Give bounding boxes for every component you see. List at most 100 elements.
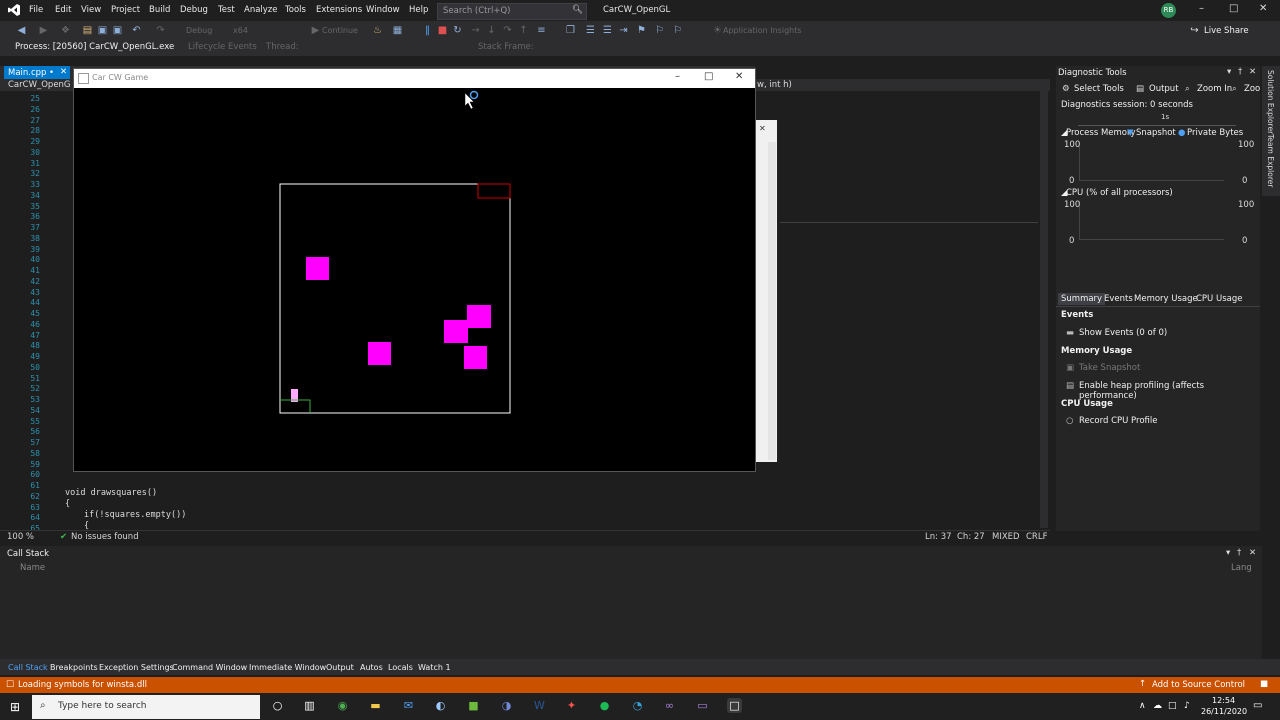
terminal-icon[interactable]: ▭ bbox=[695, 698, 710, 713]
bookmark-next-icon[interactable]: ⚐ bbox=[672, 25, 683, 36]
menu-help[interactable]: Help bbox=[409, 5, 428, 15]
chrome-icon[interactable]: ◉ bbox=[335, 698, 350, 713]
tray-chevron-icon[interactable]: ∧ bbox=[1139, 701, 1146, 711]
network-icon[interactable]: □ bbox=[1168, 701, 1177, 711]
zoom-in-button[interactable]: Zoom In bbox=[1197, 84, 1232, 94]
clock-time[interactable]: 12:54 bbox=[1212, 696, 1235, 705]
taskbar-search[interactable]: ⌕ Type here to search bbox=[32, 695, 260, 719]
clock-date[interactable]: 26/11/2020 bbox=[1201, 707, 1247, 716]
tab-breakpoints[interactable]: Breakpoints bbox=[50, 663, 98, 672]
game-minimize-icon[interactable]: – bbox=[675, 71, 680, 82]
continue-icon[interactable]: ▶ bbox=[310, 25, 321, 36]
panel-close-icon[interactable]: ✕ bbox=[1249, 67, 1256, 77]
platform-dropdown[interactable]: x64 bbox=[233, 26, 248, 35]
action-center-icon[interactable]: ▭ bbox=[1253, 700, 1262, 711]
tab-memory-usage[interactable]: Memory Usage bbox=[1134, 294, 1198, 304]
project-dropdown[interactable]: CarCW_OpenG bbox=[8, 80, 71, 90]
tab-main-cpp[interactable]: Main.cpp • ✕ bbox=[4, 66, 70, 79]
visual-studio-icon[interactable]: ∞ bbox=[662, 698, 677, 713]
game-canvas[interactable] bbox=[74, 88, 755, 471]
menu-view[interactable]: View bbox=[81, 5, 101, 15]
select-tools-button[interactable]: Select Tools bbox=[1074, 84, 1124, 94]
comment-icon[interactable]: ☰ bbox=[585, 25, 596, 36]
open-folder-icon[interactable]: ▤ bbox=[82, 25, 93, 36]
game-window-task-icon[interactable]: □ bbox=[727, 698, 742, 713]
indent-icon[interactable]: ⇥ bbox=[618, 25, 629, 36]
stop-icon[interactable]: ■ bbox=[437, 25, 448, 36]
minimize-icon[interactable]: – bbox=[1199, 3, 1204, 14]
bookmark-icon[interactable]: ❐ bbox=[565, 25, 576, 36]
lifecycle-dropdown[interactable]: Lifecycle Events bbox=[188, 42, 257, 52]
spotify-icon[interactable]: ● bbox=[597, 698, 612, 713]
step-into-icon[interactable]: ↓ bbox=[486, 25, 497, 36]
continue-button[interactable]: Continue bbox=[322, 26, 358, 35]
menu-debug[interactable]: Debug bbox=[180, 5, 208, 15]
bookmark2-icon[interactable]: ⚑ bbox=[636, 25, 647, 36]
tab-summary[interactable]: Summary bbox=[1058, 293, 1106, 305]
close-icon[interactable]: ✕ bbox=[1259, 3, 1267, 14]
member-dropdown[interactable]: w, int h) bbox=[757, 80, 792, 90]
app-red-icon[interactable]: ✦ bbox=[564, 698, 579, 713]
source-control-button[interactable]: Add to Source Control bbox=[1152, 680, 1245, 690]
output-button[interactable]: Output bbox=[1149, 84, 1179, 94]
column-lang[interactable]: Lang bbox=[1231, 563, 1252, 573]
fire-icon[interactable]: ♨ bbox=[372, 25, 383, 36]
bookmark-prev-icon[interactable]: ⚐ bbox=[654, 25, 665, 36]
process-dropdown[interactable]: Process: [20560] CarCW_OpenGL.exe bbox=[15, 42, 174, 52]
steam-icon[interactable]: ◐ bbox=[433, 698, 448, 713]
onedrive-icon[interactable]: ☁ bbox=[1153, 701, 1162, 711]
volume-icon[interactable]: ♪ bbox=[1184, 701, 1190, 711]
tab-output[interactable]: Output bbox=[326, 663, 354, 672]
panel-menu-icon[interactable]: ▾ bbox=[1227, 67, 1231, 77]
tab-immediate-window[interactable]: Immediate Window bbox=[249, 663, 326, 672]
zoom-out-button[interactable]: Zoo bbox=[1244, 84, 1260, 94]
tab-call-stack[interactable]: Call Stack bbox=[8, 663, 48, 672]
search-input[interactable]: Search (Ctrl+Q) 🔍︎ bbox=[437, 3, 587, 20]
issues-status[interactable]: No issues found bbox=[71, 532, 139, 542]
pause-icon[interactable]: ‖ bbox=[422, 25, 433, 36]
cpu-graph[interactable] bbox=[1079, 201, 1224, 240]
forward-icon[interactable]: ▶ bbox=[38, 25, 49, 36]
game-maximize-icon[interactable]: □ bbox=[704, 71, 713, 82]
step-over-icon[interactable]: ↷ bbox=[502, 25, 513, 36]
tab-command-window[interactable]: Command Window bbox=[172, 663, 247, 672]
menu-analyze[interactable]: Analyze bbox=[244, 5, 278, 15]
tab-exception-settings[interactable]: Exception Settings bbox=[99, 663, 174, 672]
mail-icon[interactable]: ✉ bbox=[401, 698, 416, 713]
menu-edit[interactable]: Edit bbox=[55, 5, 71, 15]
editor-scrollbar[interactable] bbox=[1040, 91, 1048, 528]
dialog-scrollbar[interactable] bbox=[768, 142, 776, 460]
zoom-in-icon[interactable]: ⌕ bbox=[1185, 84, 1190, 94]
callstack-pin-icon[interactable]: † bbox=[1237, 548, 1241, 558]
undo-icon[interactable]: ↶ bbox=[131, 25, 142, 36]
panel-pin-icon[interactable]: † bbox=[1238, 67, 1242, 77]
tab-close-icon[interactable]: ✕ bbox=[60, 67, 67, 77]
step-next-icon[interactable]: → bbox=[470, 25, 481, 36]
task-view-icon[interactable]: ▥ bbox=[302, 698, 317, 713]
new-item-icon[interactable]: ❖ bbox=[60, 25, 71, 36]
tab-autos[interactable]: Autos bbox=[360, 663, 383, 672]
game-title-bar[interactable]: Car CW Game – □ ✕ bbox=[74, 69, 755, 88]
cortana-icon[interactable]: ○ bbox=[270, 698, 285, 713]
tabs-indicator[interactable]: MIXED bbox=[992, 532, 1020, 542]
show-events-link[interactable]: Show Events (0 of 0) bbox=[1079, 328, 1167, 338]
menu-window[interactable]: Window bbox=[366, 5, 400, 15]
game-window[interactable]: Car CW Game – □ ✕ bbox=[73, 68, 756, 472]
config-dropdown[interactable]: Debug bbox=[186, 26, 212, 35]
memory-graph[interactable] bbox=[1079, 142, 1224, 181]
callstack-menu-icon[interactable]: ▾ bbox=[1226, 548, 1230, 558]
menu-project[interactable]: Project bbox=[111, 5, 140, 15]
menu-extensions[interactable]: Extensions bbox=[316, 5, 362, 15]
restart-icon[interactable]: ↻ bbox=[452, 25, 463, 36]
gear-icon[interactable]: ⚙ bbox=[1062, 84, 1070, 94]
uncomment-icon[interactable]: ☰ bbox=[602, 25, 613, 36]
word-icon[interactable]: W bbox=[532, 698, 547, 713]
menu-tools[interactable]: Tools bbox=[285, 5, 306, 15]
dialog-close-icon[interactable]: ✕ bbox=[759, 124, 766, 133]
file-explorer-icon[interactable]: ▬ bbox=[368, 698, 383, 713]
back-icon[interactable]: ◀ bbox=[16, 25, 27, 36]
heap-profiling-link[interactable]: Enable heap profiling (affects performan… bbox=[1079, 381, 1260, 401]
output-icon[interactable]: ▤ bbox=[1136, 84, 1144, 94]
column-name[interactable]: Name bbox=[20, 563, 45, 573]
timeline-ruler[interactable]: 1s bbox=[1078, 113, 1236, 126]
